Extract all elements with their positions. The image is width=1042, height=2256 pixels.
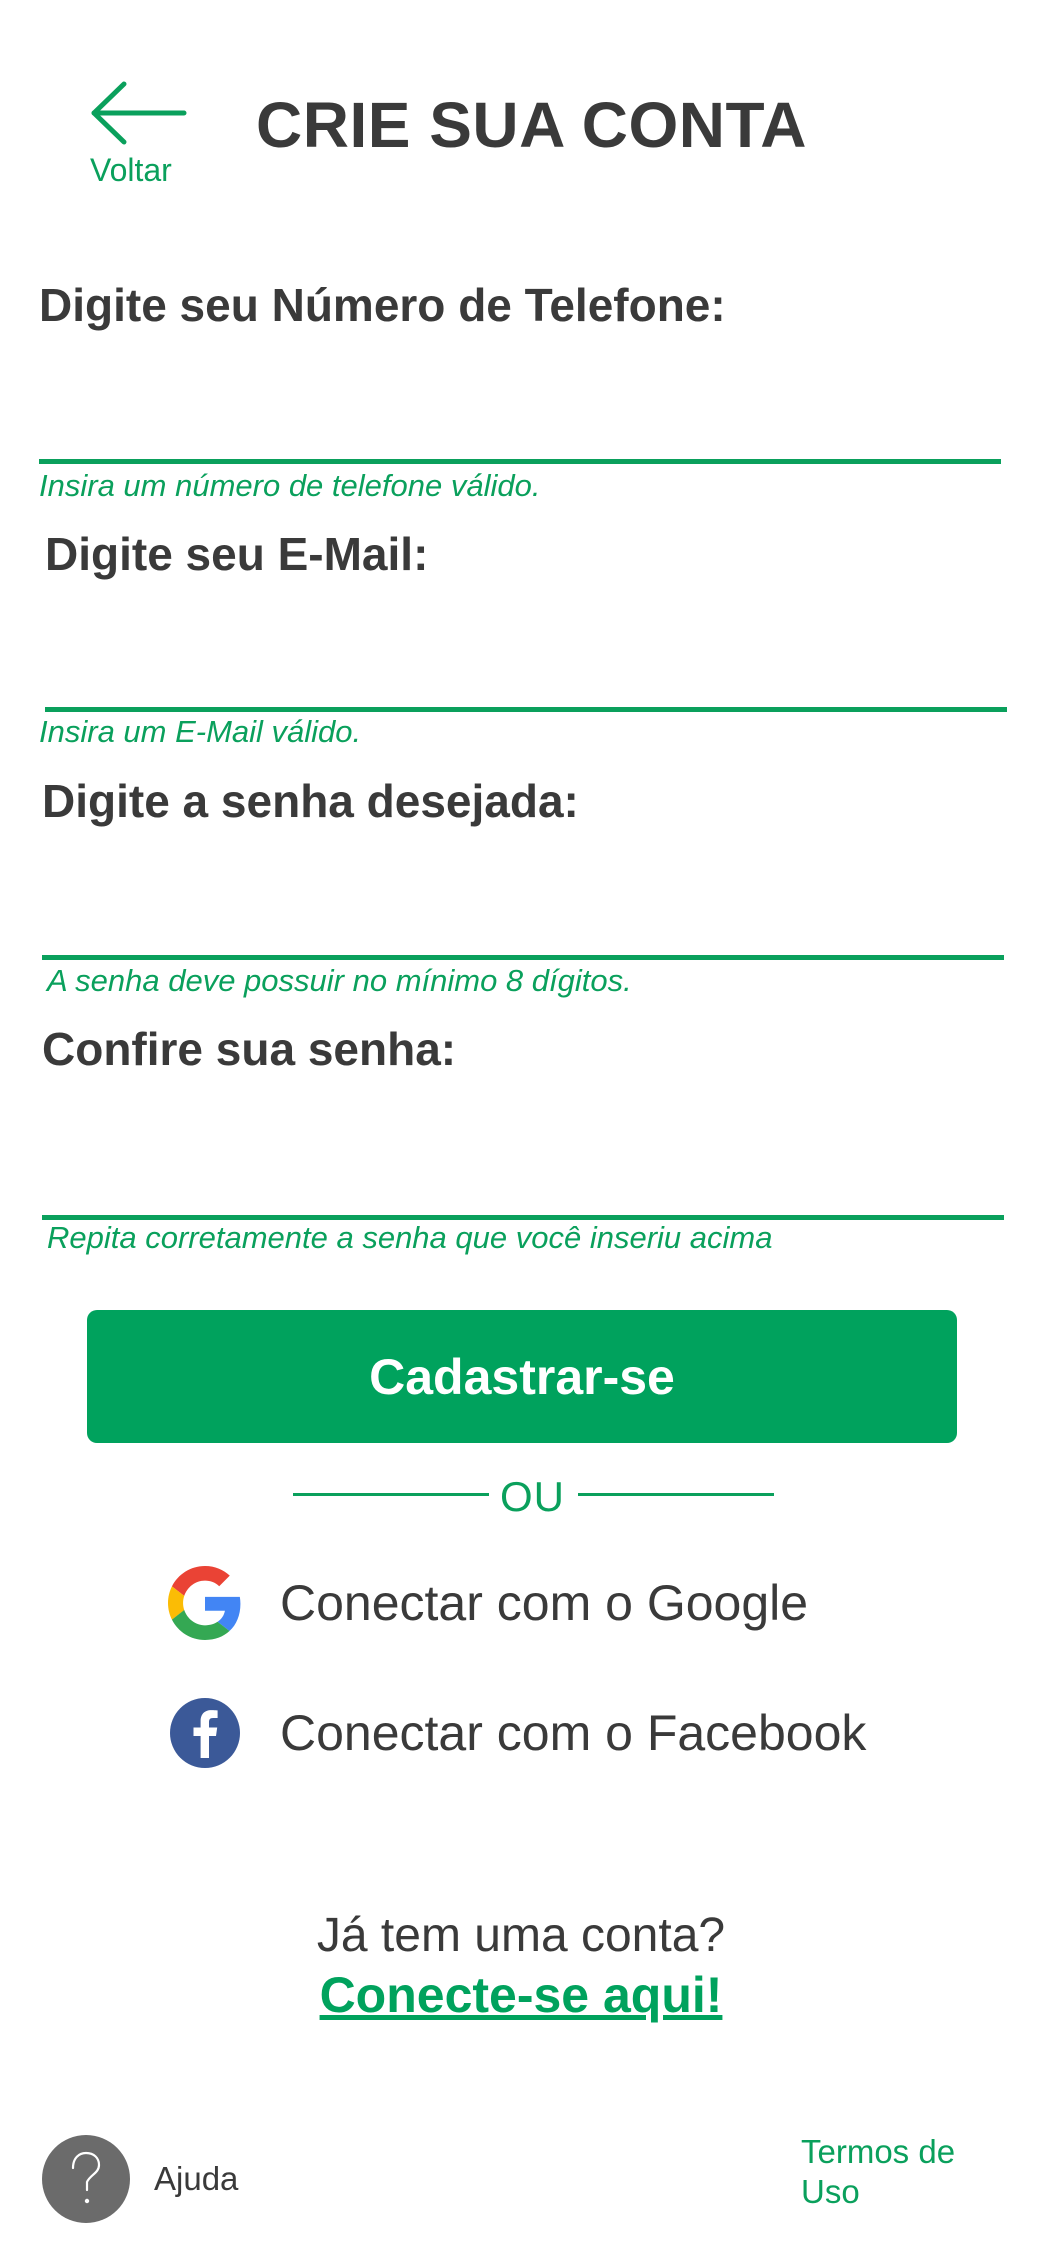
- confirm-password-hint: Repita corretamente a senha que você ins…: [47, 1220, 773, 1255]
- phone-hint: Insira um número de telefone válido.: [39, 468, 541, 503]
- phone-input[interactable]: [39, 374, 1001, 464]
- password-hint: A senha deve possuir no mínimo 8 dígitos…: [47, 963, 632, 998]
- divider-or: OU: [500, 1473, 565, 1520]
- email-input[interactable]: [45, 622, 1007, 712]
- email-label: Digite seu E-Mail:: [45, 528, 429, 580]
- terms-of-use-link[interactable]: Termos de Uso: [801, 2132, 1001, 2212]
- page-title: CRIE SUA CONTA: [256, 89, 807, 161]
- facebook-logo-icon: [170, 1698, 240, 1768]
- password-input[interactable]: [42, 870, 1004, 960]
- confirm-password-label: Confire sua senha:: [42, 1023, 457, 1075]
- signup-button[interactable]: Cadastrar-se: [87, 1310, 957, 1443]
- login-link[interactable]: Conecte-se aqui!: [0, 1966, 1042, 2024]
- back-label: Voltar: [90, 152, 172, 188]
- password-label: Digite a senha desejada:: [42, 775, 579, 827]
- google-connect-label: Conectar com o Google: [280, 1575, 809, 1631]
- divider-line-left: [293, 1493, 489, 1496]
- help-label[interactable]: Ajuda: [154, 2160, 238, 2198]
- google-logo-icon: [168, 1566, 241, 1640]
- question-mark-icon: [71, 2151, 101, 2204]
- back-button[interactable]: Voltar: [88, 80, 198, 190]
- help-button[interactable]: [42, 2135, 130, 2223]
- facebook-connect-button[interactable]: Conectar com o Facebook: [168, 1688, 866, 1778]
- google-connect-button[interactable]: Conectar com o Google: [168, 1558, 808, 1648]
- phone-label: Digite seu Número de Telefone:: [39, 279, 726, 331]
- email-hint: Insira um E-Mail válido.: [39, 714, 362, 749]
- arrow-left-icon: [91, 81, 187, 145]
- login-question: Já tem uma conta?: [316, 1909, 726, 1962]
- divider-line-right: [578, 1493, 774, 1496]
- confirm-password-input[interactable]: [42, 1130, 1004, 1220]
- facebook-connect-label: Conectar com o Facebook: [280, 1705, 867, 1761]
